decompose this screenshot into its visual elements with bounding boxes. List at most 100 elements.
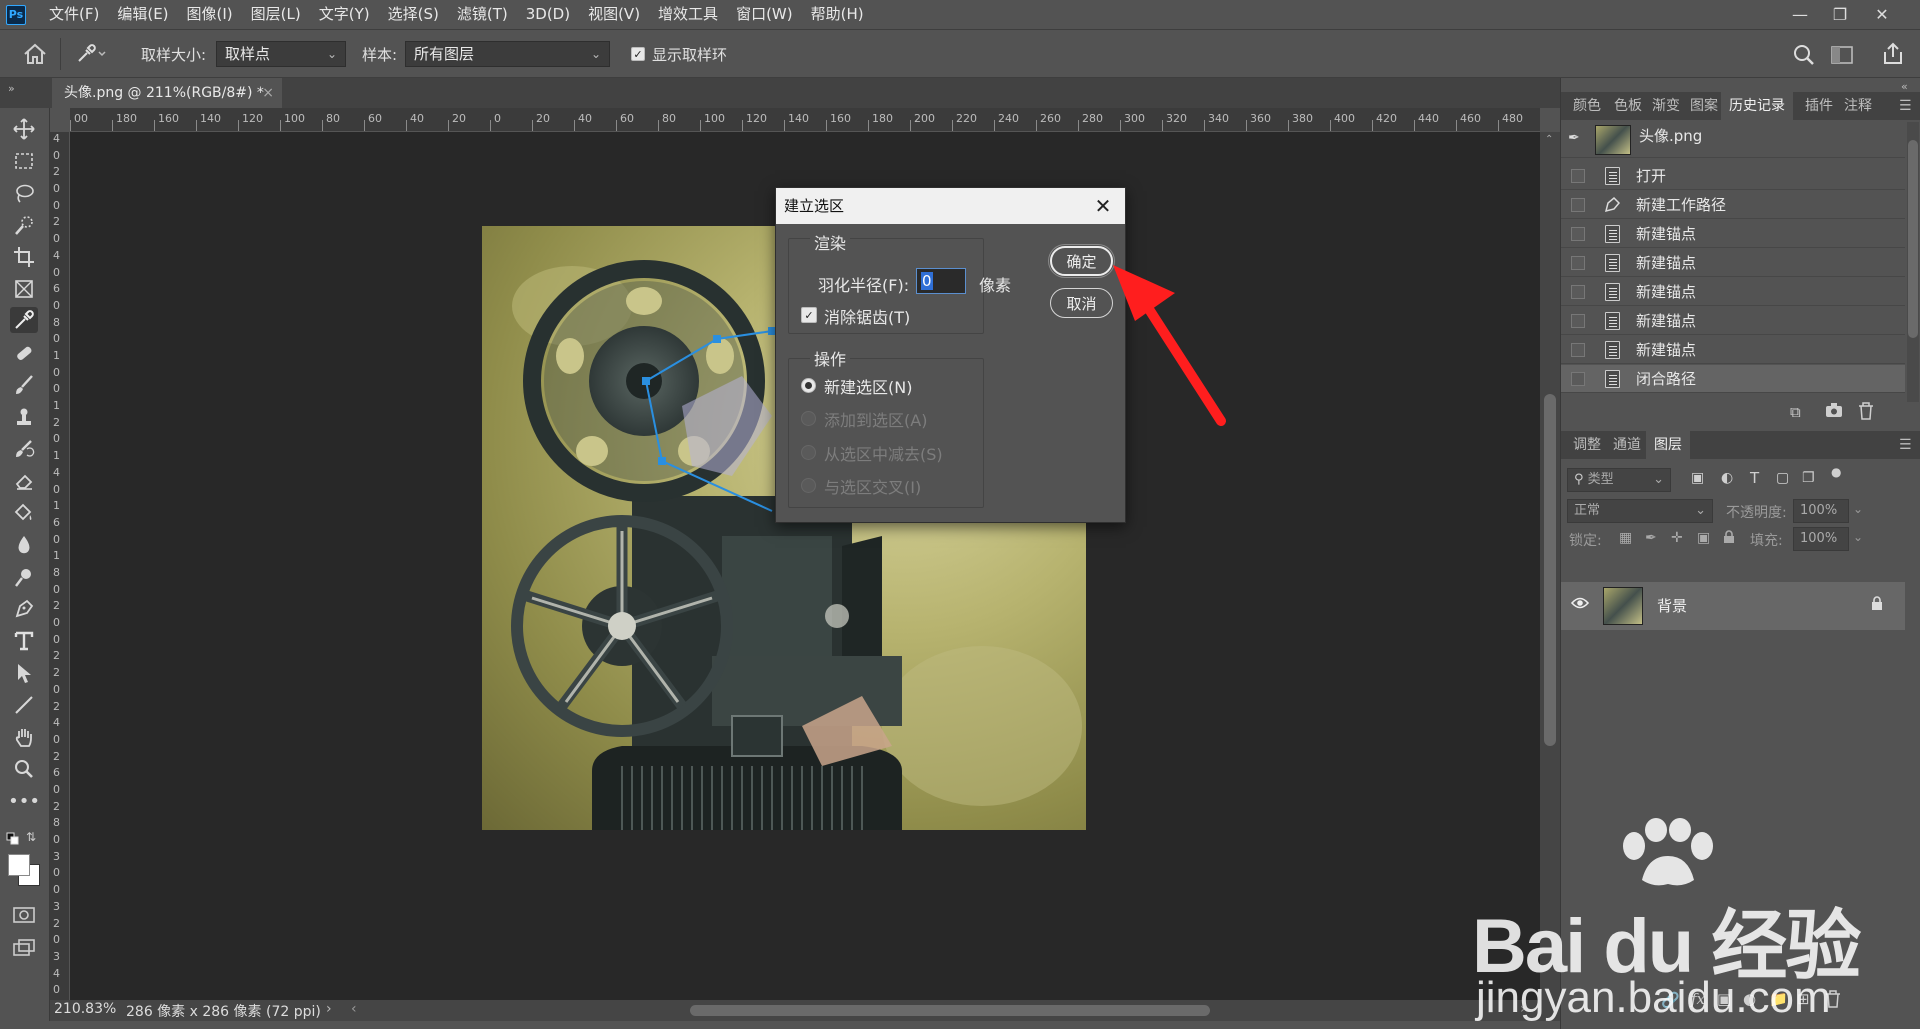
tab-layers[interactable]: 图层 [1646, 431, 1690, 459]
radio-add-to-selection[interactable] [801, 411, 816, 426]
filter-type-icon[interactable]: T [1750, 469, 1759, 487]
menu-select[interactable]: 选择(S) [379, 0, 448, 29]
history-item[interactable]: 打开 [1561, 162, 1905, 190]
home-icon[interactable] [22, 42, 48, 66]
layer-filter-select[interactable]: ⚲ 类型 ⌄ [1567, 468, 1671, 492]
lasso-tool-icon[interactable] [10, 180, 38, 206]
history-checkbox[interactable] [1571, 198, 1585, 212]
pen-tool-icon[interactable] [10, 596, 38, 622]
menu-view[interactable]: 视图(V) [579, 0, 649, 29]
history-item[interactable]: 新建锚点 [1561, 336, 1905, 364]
quick-selection-tool-icon[interactable] [10, 212, 38, 238]
scroll-up-icon[interactable]: ⌃ [1545, 134, 1553, 145]
show-ring-checkbox[interactable]: ✓ [631, 47, 645, 61]
filter-smart-object-icon[interactable]: ❐ [1802, 470, 1815, 486]
history-scroll-thumb[interactable] [1908, 140, 1918, 338]
history-brush-tool-icon[interactable] [10, 436, 38, 462]
hand-tool-icon[interactable] [10, 724, 38, 750]
radio-intersect-selection[interactable] [801, 478, 816, 493]
history-item-selected[interactable]: 闭合路径 [1561, 365, 1905, 393]
layers-menu-icon[interactable]: ☰ [1899, 431, 1912, 459]
workspace-icon[interactable] [1830, 44, 1854, 66]
history-item[interactable]: 新建锚点 [1561, 307, 1905, 335]
move-tool-icon[interactable] [10, 116, 38, 142]
search-icon[interactable] [1792, 43, 1816, 67]
layer-name[interactable]: 背景 [1657, 595, 1687, 616]
tab-adjustments[interactable]: 调整 [1573, 431, 1601, 459]
zoom-level[interactable]: 210.83% [54, 1001, 116, 1017]
tab-swatches[interactable]: 色板 [1614, 92, 1642, 120]
share-icon[interactable] [1880, 41, 1906, 67]
history-scrollbar[interactable] [1907, 122, 1919, 402]
eyedropper-preset-icon[interactable] [74, 42, 108, 66]
brush-tool-icon[interactable] [10, 372, 38, 398]
lock-all-icon[interactable] [1723, 530, 1735, 548]
eraser-tool-icon[interactable] [10, 468, 38, 494]
tab-plugins[interactable]: 插件 [1805, 92, 1833, 120]
dodge-tool-icon[interactable] [10, 564, 38, 590]
history-checkbox[interactable] [1571, 314, 1585, 328]
visibility-eye-icon[interactable] [1570, 596, 1590, 614]
menu-help[interactable]: 帮助(H) [802, 0, 873, 29]
menu-file[interactable]: 文件(F) [40, 0, 108, 29]
history-item[interactable]: 新建工作路径 [1561, 191, 1905, 219]
blend-mode-select[interactable]: 正常 ⌄ [1567, 499, 1713, 523]
horizontal-scroll-thumb[interactable] [690, 1005, 1210, 1016]
radio-new-selection[interactable] [801, 378, 816, 393]
history-item[interactable]: 新建锚点 [1561, 220, 1905, 248]
vertical-scroll-thumb[interactable] [1544, 394, 1556, 746]
foreground-color-swatch[interactable] [8, 854, 30, 876]
document-tab[interactable]: 头像.png @ 211%(RGB/8#) * × [52, 78, 282, 108]
screen-mode-icon[interactable] [12, 938, 36, 958]
default-colors-icon[interactable] [6, 832, 20, 846]
tab-gradients[interactable]: 渐变 [1652, 92, 1680, 120]
clone-stamp-tool-icon[interactable] [10, 404, 38, 430]
quick-mask-icon[interactable] [12, 906, 36, 924]
more-tools-icon[interactable]: ••• [8, 788, 40, 814]
paint-bucket-tool-icon[interactable] [10, 500, 38, 526]
chevron-right-icon[interactable]: › [326, 1001, 332, 1017]
close-icon[interactable]: ✕ [1089, 188, 1117, 224]
menu-window[interactable]: 窗口(W) [727, 0, 802, 29]
ok-button[interactable]: 确定 [1050, 246, 1113, 276]
history-item[interactable]: 新建锚点 [1561, 249, 1905, 277]
radio-subtract-from-selection[interactable] [801, 445, 816, 460]
chevron-down-icon[interactable]: ⌄ [1853, 530, 1863, 544]
history-brush-source-icon[interactable]: ✒ [1568, 130, 1580, 146]
history-checkbox[interactable] [1571, 169, 1585, 183]
fill-input[interactable]: 100% [1793, 527, 1849, 551]
healing-brush-tool-icon[interactable] [10, 340, 38, 366]
marquee-tool-icon[interactable] [10, 148, 38, 174]
sample-select[interactable]: 所有图层 ⌄ [405, 41, 610, 67]
path-selection-tool-icon[interactable] [10, 660, 38, 686]
menu-image[interactable]: 图像(I) [178, 0, 242, 29]
history-checkbox[interactable] [1571, 256, 1585, 270]
history-item[interactable]: 新建锚点 [1561, 278, 1905, 306]
menu-3d[interactable]: 3D(D) [517, 0, 579, 29]
history-snapshot[interactable]: ✒ 头像.png [1561, 122, 1905, 158]
history-checkbox[interactable] [1571, 227, 1585, 241]
layer-row[interactable]: 背景 [1561, 582, 1905, 630]
opacity-input[interactable]: 100% [1793, 499, 1849, 523]
menu-filter[interactable]: 滤镜(T) [448, 0, 517, 29]
blur-tool-icon[interactable] [10, 532, 38, 558]
filter-toggle-icon[interactable]: ● [1831, 465, 1841, 479]
filter-adjustment-icon[interactable]: ◐ [1721, 470, 1733, 486]
minimize-icon[interactable]: — [1780, 0, 1820, 29]
swap-colors-icon[interactable]: ⇅ [26, 830, 40, 844]
menu-layer[interactable]: 图层(L) [242, 0, 310, 29]
scroll-left-icon[interactable]: ‹ [351, 1001, 357, 1017]
history-checkbox[interactable] [1571, 343, 1585, 357]
menu-plugins[interactable]: 增效工具 [649, 0, 727, 29]
layer-lock-icon[interactable] [1871, 596, 1883, 615]
tab-color[interactable]: 颜色 [1573, 92, 1601, 120]
frame-tool-icon[interactable] [10, 276, 38, 302]
lock-pixels-icon[interactable]: ✒ [1645, 530, 1657, 546]
antialias-checkbox[interactable]: ✓ [801, 307, 817, 323]
filter-shape-icon[interactable]: ▢ [1776, 470, 1789, 486]
close-tab-icon[interactable]: × [262, 78, 274, 108]
collapse-toolbar-icon[interactable]: » [8, 82, 15, 95]
menu-type[interactable]: 文字(Y) [310, 0, 379, 29]
tab-notes[interactable]: 注释 [1844, 92, 1872, 120]
panel-menu-icon[interactable]: ☰ [1899, 92, 1912, 120]
